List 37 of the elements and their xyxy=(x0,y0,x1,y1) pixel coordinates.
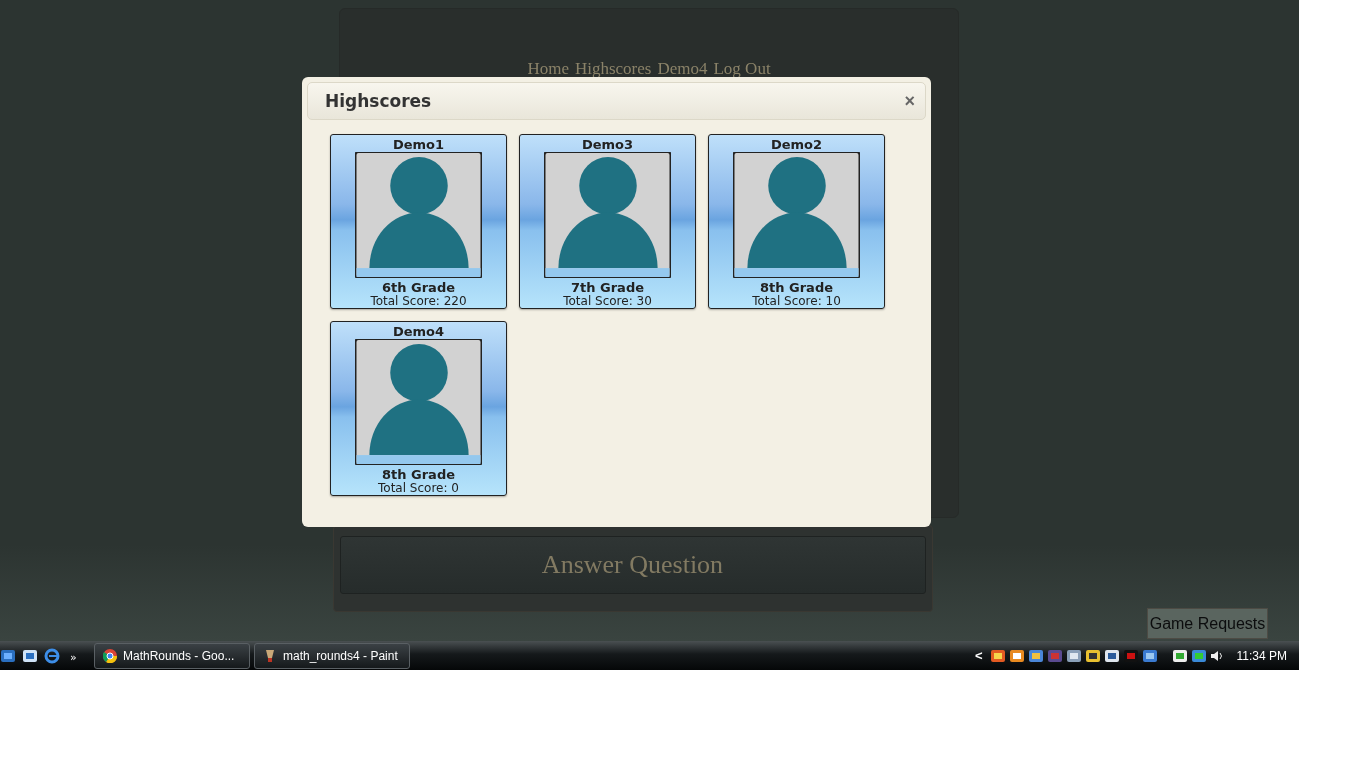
player-name: Demo3 xyxy=(581,137,634,152)
monitor-icon[interactable] xyxy=(1103,647,1120,664)
taskbar-button[interactable]: MathRounds - Goo... xyxy=(94,642,250,669)
player-grade: 8th Grade xyxy=(382,468,455,482)
player-score: Total Score: 220 xyxy=(370,295,467,308)
tray-app-icon[interactable] xyxy=(989,647,1006,664)
tray-app-icon[interactable] xyxy=(1141,647,1158,664)
player-name: Demo4 xyxy=(392,324,445,339)
nav-link[interactable]: Demo4 xyxy=(657,59,708,81)
paintbrush-icon xyxy=(263,648,277,663)
player-score: Total Score: 30 xyxy=(563,295,652,308)
switch-windows-icon[interactable] xyxy=(22,647,38,664)
dialog-title: Highscores xyxy=(325,91,432,111)
answer-question-button[interactable]: Answer Question xyxy=(339,536,926,594)
player-name: Demo2 xyxy=(770,137,823,152)
game-requests-button[interactable]: Game Requests xyxy=(1147,608,1268,639)
tray-app-icon[interactable] xyxy=(1027,647,1044,664)
volume-icon[interactable] xyxy=(1209,648,1224,663)
more-button[interactable]: » xyxy=(70,650,77,664)
tray-app-icon[interactable] xyxy=(1065,647,1082,664)
player-grade: 8th Grade xyxy=(760,281,833,295)
taskbar-button[interactable]: math_rounds4 - Paint xyxy=(254,642,410,669)
browser-icon xyxy=(103,648,117,663)
tray-app-icon[interactable] xyxy=(1008,647,1025,664)
player-score: Total Score: 0 xyxy=(378,482,459,495)
player-score: Total Score: 10 xyxy=(752,295,841,308)
tray-app-icon[interactable] xyxy=(1084,647,1101,664)
close-button[interactable]: × xyxy=(904,92,915,110)
clock[interactable]: 11:34 PM xyxy=(1236,648,1287,663)
nav-link[interactable]: Log Out xyxy=(713,59,771,81)
player-grade: 7th Grade xyxy=(571,281,644,295)
nav-link[interactable]: Highscores xyxy=(574,59,652,81)
player-name: Demo1 xyxy=(392,137,445,152)
show-desktop-icon[interactable] xyxy=(0,647,16,664)
nav-link[interactable]: Home xyxy=(527,59,569,81)
player-grade: 6th Grade xyxy=(382,281,455,295)
tray-toggle-button[interactable]: < xyxy=(970,648,987,663)
